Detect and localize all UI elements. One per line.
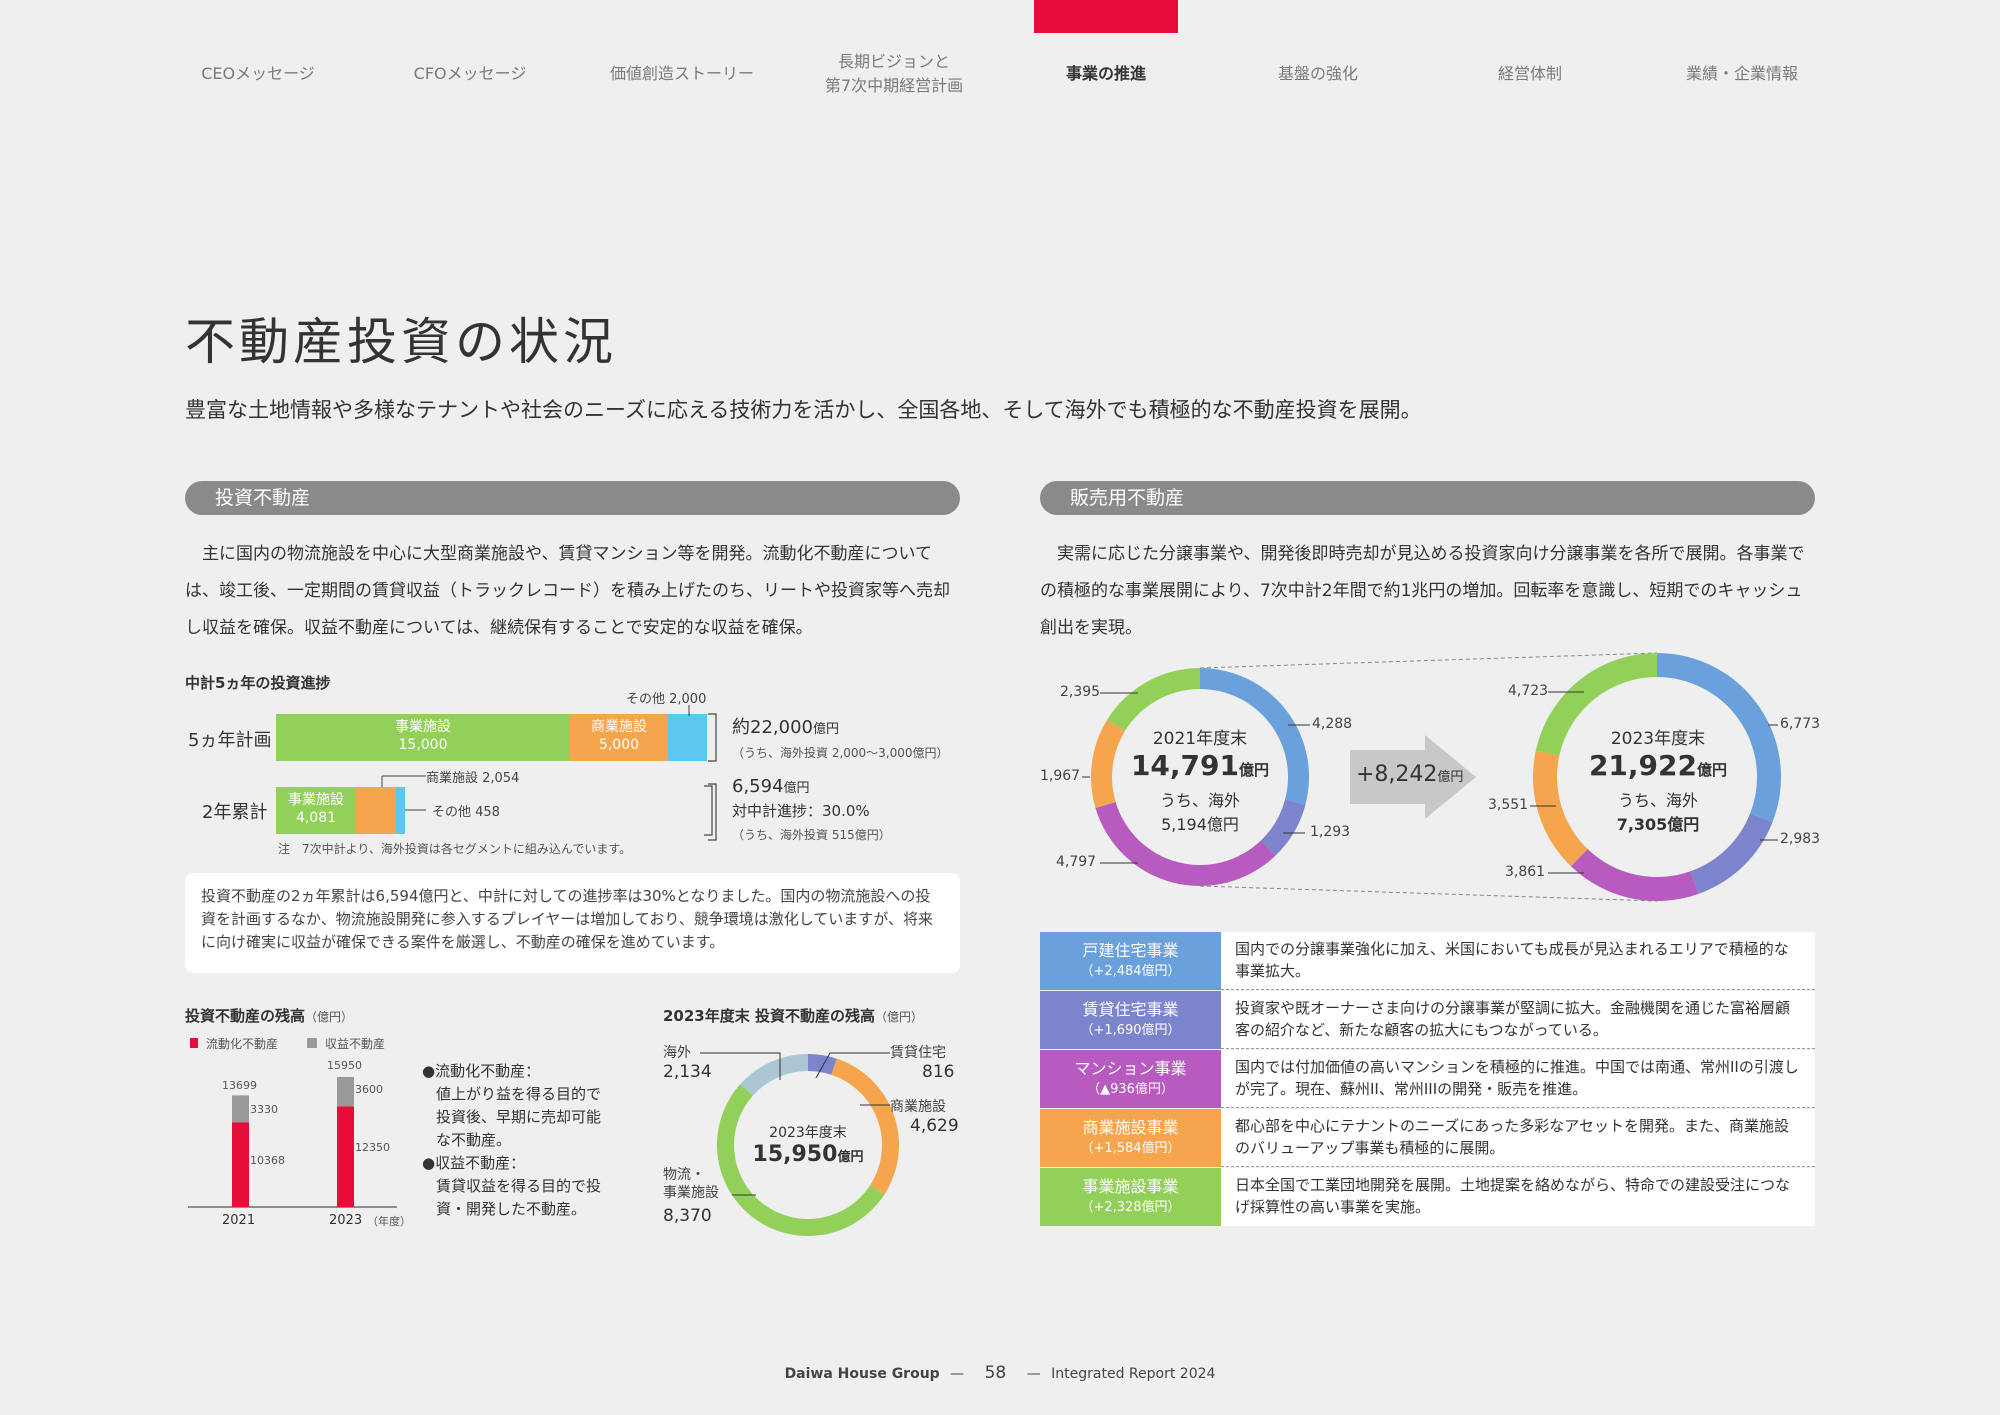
donut2023-green: 4,723 [1508,683,1549,699]
donut2023-orange: 3,551 [1488,797,1529,813]
table-row: 賃貸住宅事業 （+1,690億円） 投資家や既オーナーさま向けの分譲事業が堅調に拡… [1040,991,1815,1049]
row-description: 国内での分譲事業強化に加え、米国においても成長が見込まれるエリアで積極的な事業拡… [1221,932,1815,990]
row-category: マンション事業 （▲936億円） [1040,1050,1221,1108]
donut2021-orange: 1,967 [1040,768,1081,784]
row-description: 都心部を中心にテナントのニーズにあった多彩なアセットを開発。また、商業施設のバリ… [1221,1109,1815,1167]
donut2021-green: 2,395 [1060,684,1101,700]
row-description: 投資家や既オーナーさま向けの分譲事業が堅調に拡大。金融機関を通じた富裕層顧客の紹… [1221,991,1815,1049]
donut2021-center: 2021年度末 14,791億円 うち、海外 5,194億円 [1130,729,1270,834]
row-category: 戸建住宅事業 （+2,484億円） [1040,932,1221,990]
page-number: 58 [984,1363,1007,1383]
table-row: マンション事業 （▲936億円） 国内では付加価値の高いマンションを積極的に推進。… [1040,1050,1815,1108]
donut2023-slice-condo [1570,849,1699,901]
table-row: 戸建住宅事業 （+2,484億円） 国内での分譲事業強化に加え、米国においても成長… [1040,932,1815,990]
donut2023-magenta: 3,861 [1505,864,1546,880]
increase-label: +8,242億円 [1356,762,1464,787]
donut2021-slice-business [1107,668,1200,732]
row-description: 国内では付加価値の高いマンションを積極的に推進。中国では南通、常州IIの引渡しが… [1221,1050,1815,1108]
footer-report: Integrated Report 2024 [1051,1366,1216,1382]
row-category: 商業施設事業 （+1,584億円） [1040,1109,1221,1167]
donut2023-center: 2023年度末 21,922億円 うち、海外 7,305億円 [1588,729,1728,834]
donut2021-purple: 1,293 [1310,824,1351,840]
table-row: 事業施設事業 （+2,328億円） 日本全国で工業団地開発を展開。土地提案を絡めな… [1040,1168,1815,1226]
page-footer: Daiwa House Group — 58 — Integrated Repo… [784,1363,1216,1383]
footer-brand: Daiwa House Group [784,1366,940,1382]
table-row: 商業施設事業 （+1,584億円） 都心部を中心にテナントのニーズにあった多彩なア… [1040,1109,1815,1167]
row-category: 事業施設事業 （+2,328億円） [1040,1168,1221,1226]
donut2023-slice-commercial [1533,750,1588,867]
donut2021-slice-commercial [1091,720,1125,809]
donut2021-magenta: 4,797 [1056,854,1097,870]
row-description: 日本全国で工業団地開発を展開。土地提案を絡めながら、特命での建設受注につなげ採算… [1221,1168,1815,1226]
donut2023-blue: 6,773 [1780,716,1821,732]
donut2023-purple: 2,983 [1780,831,1821,847]
row-category: 賃貸住宅事業 （+1,690億円） [1040,991,1221,1049]
donut2021-blue: 4,288 [1312,716,1353,732]
